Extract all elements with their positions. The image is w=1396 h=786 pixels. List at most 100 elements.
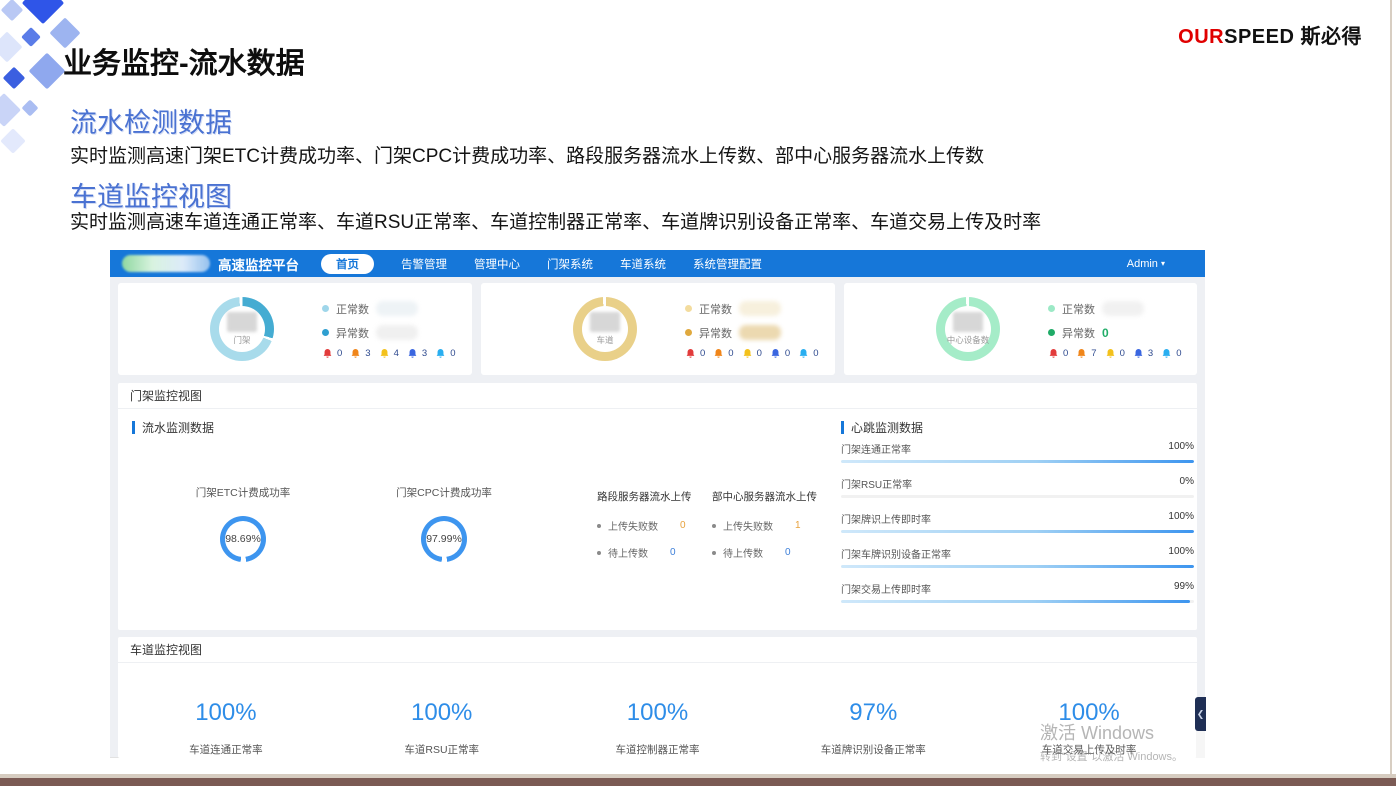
bullet-dot-icon [597,551,601,555]
dashboard-screenshot: 高速监控平台 首页 告警管理 管理中心 门架系统 车道系统 系统管理配置 Adm… [110,250,1205,758]
lane-donut-chart: 车道 [573,297,637,361]
cpc-success-gauge: 门架CPC计费成功率 97.99% [369,485,519,562]
accent-bar [841,421,844,434]
section-heading-flow: 流水检测数据 [70,101,232,140]
progress-row: 门架连通正常率100% [841,441,1194,463]
stat-label: 车道连通正常率 [118,742,334,757]
user-menu[interactable]: Admin ▾ [1127,258,1165,270]
nav-item-alerts[interactable]: 告警管理 [401,256,447,272]
collapse-panel-toggle[interactable]: ❮ [1195,697,1206,731]
progress-row: 门架车牌识别设备正常率100% [841,546,1194,568]
legend-normal: 正常数 [322,300,459,318]
progress-fill [841,460,1194,463]
stat-label: 车道RSU正常率 [334,742,550,757]
legend-dot [322,329,329,336]
alarm-bell-counts: 0 0 0 0 0 [685,348,822,359]
nav-item-system-config[interactable]: 系统管理配置 [693,256,762,272]
heartbeat-data-subtitle: 心跳监测数据 [841,419,923,436]
gantry-monitor-panel: 门架监控视图 流水监测数据 门架ETC计费成功率 98.69% 门架CPC计费成… [118,383,1197,630]
ministry-server-upload-list: 部中心服务器流水上传 上传失败数 1 待上传数 0 [712,489,832,572]
progress-track [841,530,1194,533]
redacted-count [953,312,983,332]
alarm-bell-icon [685,348,696,359]
lane-monitor-panel: 车道监控视图 100% 车道连通正常率 100% 车道RSU正常率 100% 车… [118,637,1197,758]
logo-speed: SPEED [1224,26,1294,48]
alarm-bell-icon [770,348,781,359]
legend-dot [322,305,329,312]
top-navbar: 高速监控平台 首页 告警管理 管理中心 门架系统 车道系统 系统管理配置 Adm… [110,250,1205,277]
scrollbar-strip[interactable] [1196,731,1205,758]
nav-item-gantry-system[interactable]: 门架系统 [547,256,593,272]
list-item: 上传失败数 0 [597,518,717,533]
alarm-bell-icon [407,348,418,359]
company-logo: OURSPEED 斯必得 [1178,20,1362,49]
summary-card-lane: 车道 正常数 异常数 0 0 [481,283,835,375]
progress-track [841,600,1194,603]
donut-center-label: 车道 [596,334,613,346]
alarm-bell-counts: 0 3 4 3 0 [322,348,459,359]
progress-fill [841,530,1194,533]
stat-label: 车道控制器正常率 [550,742,766,757]
heartbeat-progress-list: 门架连通正常率100% 门架RSU正常率0% 门架牌识上传即时率100% 门架车… [841,441,1194,616]
section-desc-lane: 实时监测高速车道连通正常率、车道RSU正常率、车道控制器正常率、车道牌识别设备正… [70,207,1041,234]
donut-center-label: 门架 [233,334,250,346]
alarm-bell-icon [1048,348,1059,359]
redacted-value [1102,301,1144,316]
bullet-dot-icon [712,551,716,555]
redacted-value [739,325,781,340]
alarm-bell-icon [322,348,333,359]
stat-label: 车道牌识别设备正常率 [765,742,981,757]
logo-cn: 斯必得 [1301,26,1363,48]
progress-track [841,565,1194,568]
center-device-donut-chart: 中心设备数 [936,297,1000,361]
alarm-bell-icon [350,348,361,359]
stat-value: 100% [981,699,1197,727]
alarm-bell-icon [379,348,390,359]
redacted-value [376,325,418,340]
redacted-count [227,312,257,332]
stat-value: 100% [334,699,550,727]
lane-stat: 100% 车道交易上传及时率 [981,699,1197,757]
nav-menu: 首页 告警管理 管理中心 门架系统 车道系统 系统管理配置 [321,254,762,274]
bullet-dot-icon [597,524,601,528]
section-desc-flow: 实时监测高速门架ETC计费成功率、门架CPC计费成功率、路段服务器流水上传数、部… [70,141,984,168]
progress-fill [841,600,1190,603]
alarm-bell-icon [798,348,809,359]
nav-item-home[interactable]: 首页 [321,254,374,274]
summary-card-center-devices: 中心设备数 正常数 异常数 0 0 7 [844,283,1197,375]
lane-stat: 100% 车道连通正常率 [118,699,334,757]
alarm-bell-icon [1105,348,1116,359]
alarm-bell-icon [435,348,446,359]
legend-abnormal: 异常数 [685,324,822,342]
accent-bar [132,421,135,434]
legend-abnormal: 异常数 0 [1048,324,1185,342]
panel-title: 车道监控视图 [118,637,1197,663]
gauge-ring: 98.69% [220,516,266,562]
nav-item-admin-center[interactable]: 管理中心 [474,256,520,272]
progress-row: 门架牌识上传即时率100% [841,511,1194,533]
alarm-bell-icon [742,348,753,359]
legend-dot [685,305,692,312]
chevron-down-icon: ▾ [1161,259,1165,268]
slide-edge-bottom-bar [0,778,1396,786]
redacted-count [590,312,620,332]
redacted-logo-blur [122,255,210,272]
stat-value: 97% [765,699,981,727]
list-item: 待上传数 0 [712,545,832,560]
stat-value: 100% [550,699,766,727]
nav-item-lane-system[interactable]: 车道系统 [620,256,666,272]
progress-track [841,460,1194,463]
alarm-bell-icon [1161,348,1172,359]
alarm-bell-counts: 0 7 0 3 0 [1048,348,1185,359]
legend-abnormal: 异常数 [322,324,459,342]
panel-title: 门架监控视图 [118,383,1197,409]
progress-row: 门架交易上传即时率99% [841,581,1194,603]
legend-dot [1048,329,1055,336]
flow-data-subtitle: 流水监测数据 [132,419,214,436]
chevron-left-icon: ❮ [1197,709,1205,720]
bullet-dot-icon [712,524,716,528]
legend-dot [685,329,692,336]
lane-stats-row: 100% 车道连通正常率 100% 车道RSU正常率 100% 车道控制器正常率… [118,663,1197,757]
legend-normal: 正常数 [1048,300,1185,318]
summary-card-gantry: 门架 正常数 异常数 0 3 [118,283,472,375]
